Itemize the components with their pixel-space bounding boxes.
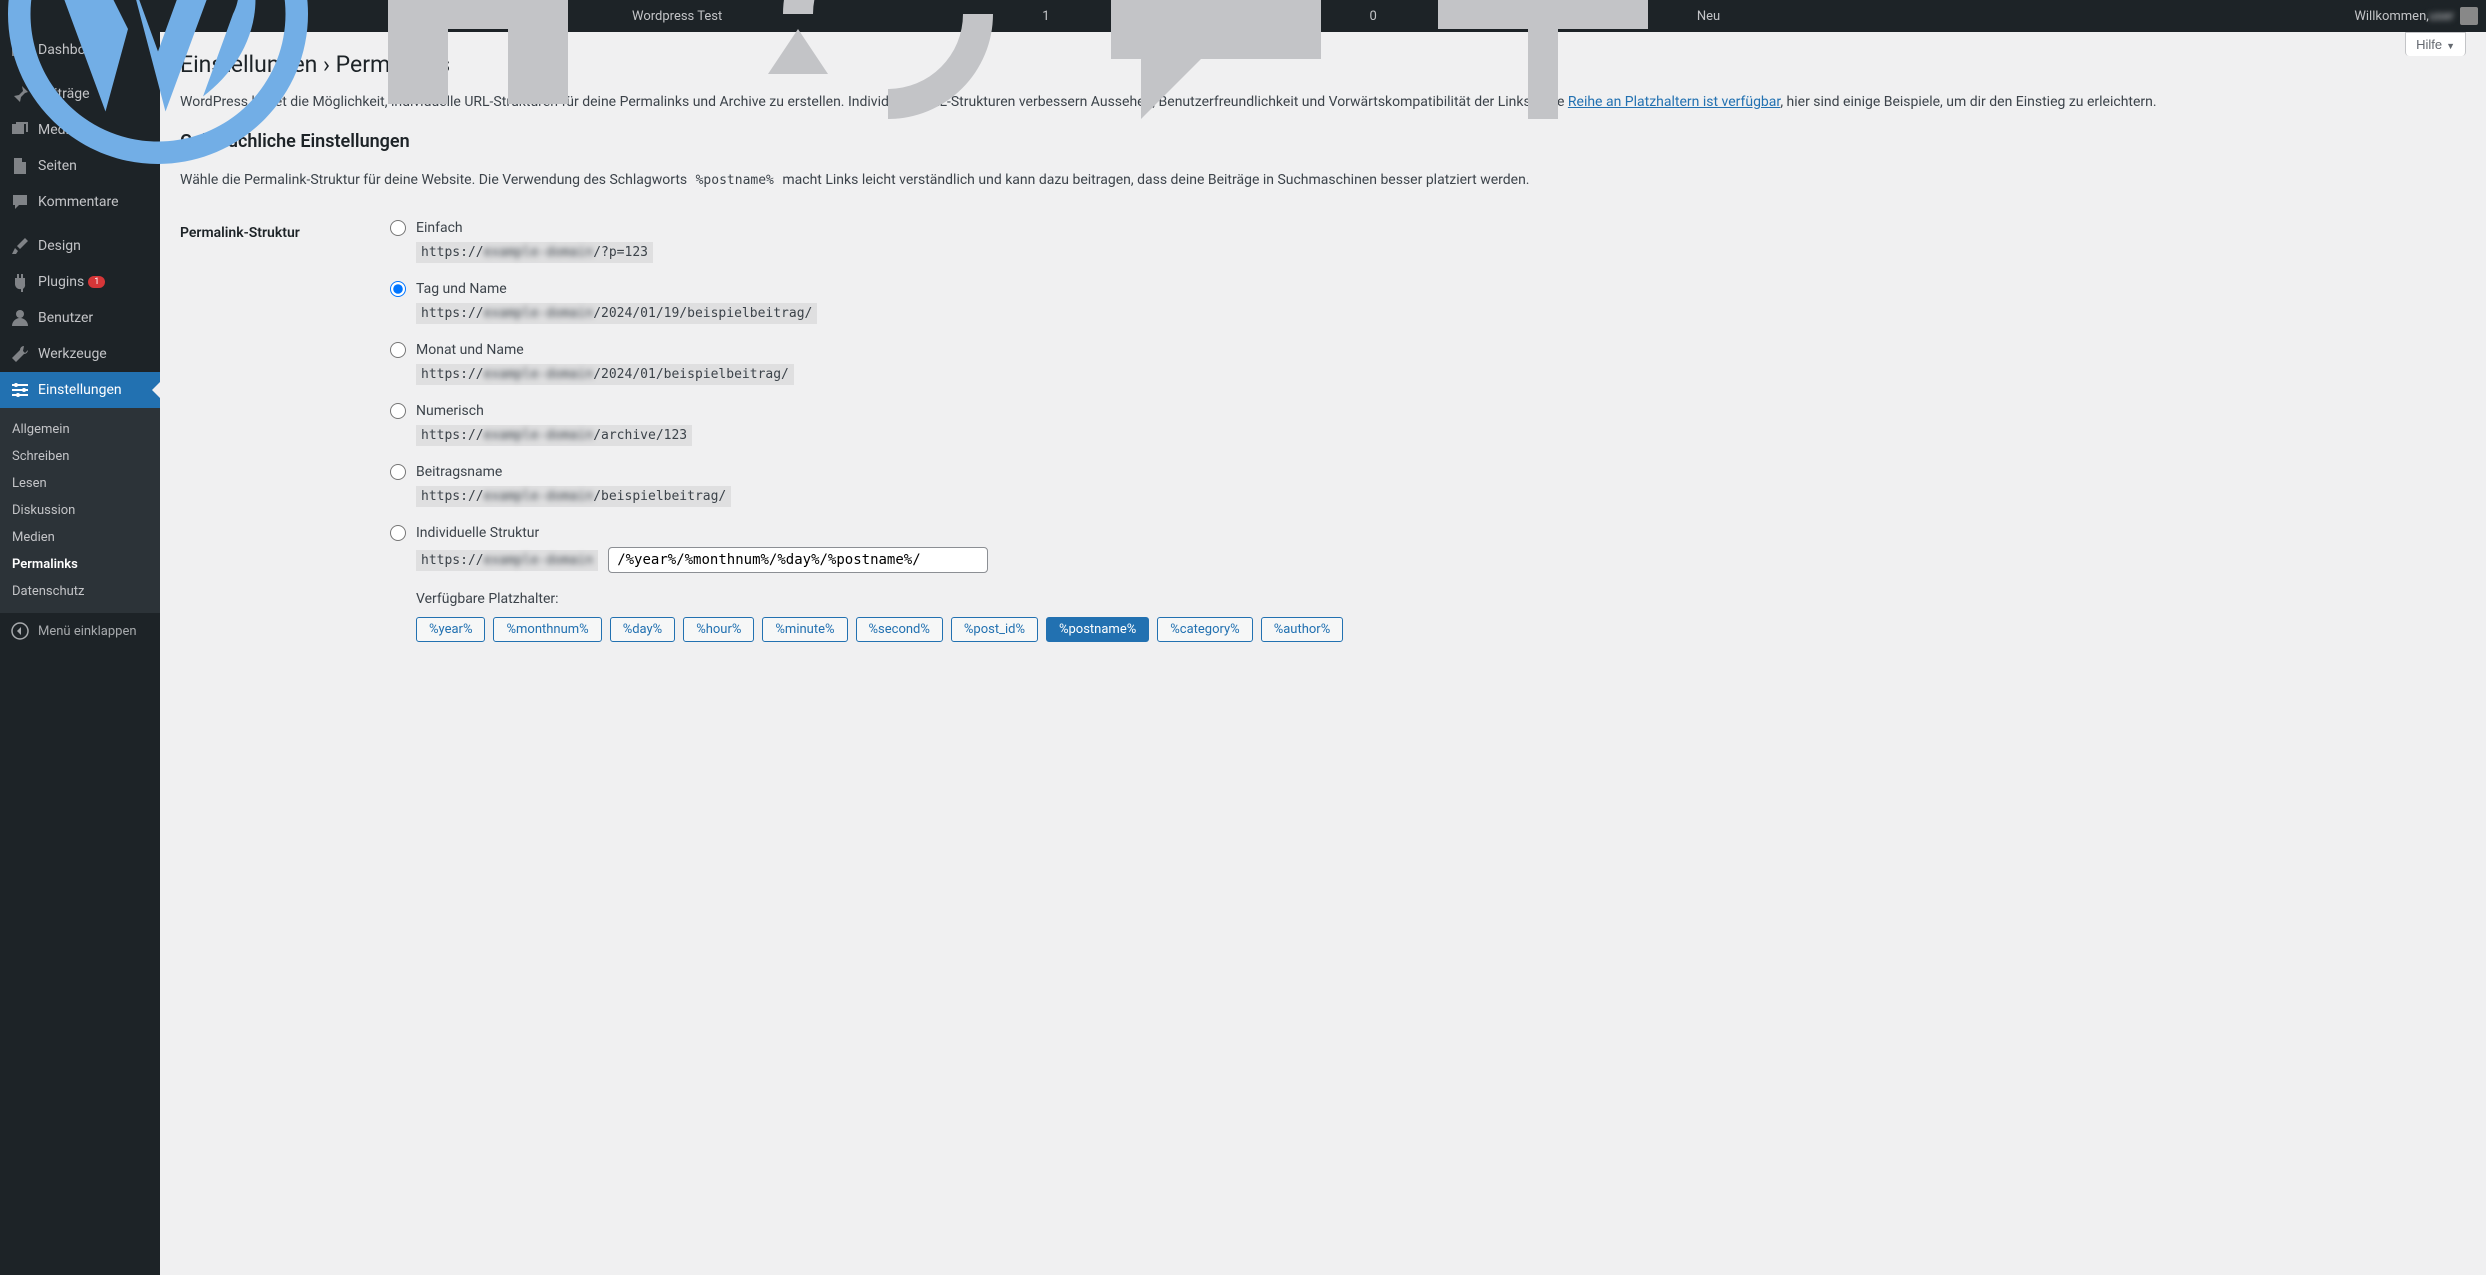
tag-hour[interactable]: %hour% [683,617,754,642]
tag-day[interactable]: %day% [610,617,676,642]
submenu-discussion[interactable]: Diskussion [0,497,160,524]
site-link[interactable]: Wordpress Test [320,0,730,32]
postname-code: %postname% [691,170,779,191]
plugin-icon [10,272,30,292]
submenu-reading[interactable]: Lesen [0,470,160,497]
submenu-permalinks[interactable]: Permalinks [0,551,160,578]
wrench-icon [10,344,30,364]
custom-structure-input[interactable] [608,547,988,573]
tag-postname[interactable]: %postname% [1046,617,1149,642]
radio-postname[interactable] [390,464,406,480]
submenu-writing[interactable]: Schreiben [0,443,160,470]
radio-plain[interactable] [390,220,406,236]
option-plain: Einfach https://example-domain/?p=123 [390,220,2456,263]
example-plain: https://example-domain/?p=123 [416,242,653,263]
comment-icon [1066,0,1366,169]
comments-link[interactable]: 0 [1058,0,1385,32]
home-icon [328,0,628,169]
comment-icon [10,192,30,212]
new-label: Neu [1697,9,1720,24]
example-postname: https://example-domain/beispielbeitrag/ [416,486,731,507]
tag-minute[interactable]: %minute% [762,617,847,642]
menu-arrow-icon [152,382,160,398]
radio-custom[interactable] [390,525,406,541]
menu-appearance[interactable]: Design [0,228,160,264]
tag-buttons: %year% %monthnum% %day% %hour% %minute% … [416,617,2456,642]
new-content-link[interactable]: Neu [1385,0,1728,32]
example-custom-prefix: https://example-domain [416,550,598,571]
option-custom: Individuelle Struktur https://example-do… [390,525,2456,573]
tag-monthnum[interactable]: %monthnum% [493,617,601,642]
radio-numeric[interactable] [390,403,406,419]
tag-author[interactable]: %author% [1261,617,1344,642]
chevron-down-icon: ▼ [2446,41,2455,51]
brush-icon [10,236,30,256]
tags-label: Verfügbare Platzhalter: [416,591,2456,607]
settings-submenu: Allgemein Schreiben Lesen Diskussion Med… [0,408,160,613]
submenu-media[interactable]: Medien [0,524,160,551]
option-dayname: Tag und Name https://example-domain/2024… [390,281,2456,324]
main-content: Hilfe▼ Einstellungen › Permalinks WordPr… [160,32,2486,1275]
updates-link[interactable]: 1 [730,0,1057,32]
example-numeric: https://example-domain/archive/123 [416,425,692,446]
option-numeric: Numerisch https://example-domain/archive… [390,403,2456,446]
common-settings-desc: Wähle die Permalink-Struktur für deine W… [180,170,2466,191]
comments-count: 0 [1370,9,1377,24]
permalink-form-table: Permalink-Struktur Einfach https://examp… [180,205,2466,657]
admin-sidebar: Dashboard Beiträge Medien Seiten Komment… [0,32,160,1275]
collapse-menu[interactable]: Menü einklappen [0,613,160,649]
radio-monthname[interactable] [390,342,406,358]
menu-plugins[interactable]: Plugins1 [0,264,160,300]
account-link[interactable]: Willkommen,user [2346,0,2486,32]
updates-count: 1 [1042,9,1049,24]
avatar [2460,7,2478,25]
wp-logo[interactable] [0,0,320,32]
option-postname: Beitragsname https://example-domain/beis… [390,464,2456,507]
user-icon [10,308,30,328]
username-blurred: user [2429,9,2454,24]
site-name: Wordpress Test [632,9,722,24]
example-dayname: https://example-domain/2024/01/19/beispi… [416,303,817,324]
submenu-privacy[interactable]: Datenschutz [0,578,160,605]
tag-postid[interactable]: %post_id% [951,617,1038,642]
menu-comments[interactable]: Kommentare [0,184,160,220]
menu-settings[interactable]: Einstellungen [0,372,160,408]
wordpress-icon [8,0,308,169]
help-button[interactable]: Hilfe▼ [2405,32,2466,56]
example-monthname: https://example-domain/2024/01/beispielb… [416,364,794,385]
submenu-general[interactable]: Allgemein [0,416,160,443]
tag-second[interactable]: %second% [856,617,943,642]
tag-category[interactable]: %category% [1157,617,1252,642]
structure-label: Permalink-Struktur [180,205,380,657]
update-icon [738,0,1038,169]
collapse-icon [10,621,30,641]
admin-toolbar: Wordpress Test 1 0 Neu Willkommen,user [0,0,2486,32]
plus-icon [1393,0,1693,169]
radio-dayname[interactable] [390,281,406,297]
option-monthname: Monat und Name https://example-domain/20… [390,342,2456,385]
plugin-count-badge: 1 [88,276,105,288]
tag-year[interactable]: %year% [416,617,485,642]
settings-icon [10,380,30,400]
menu-tools[interactable]: Werkzeuge [0,336,160,372]
welcome-text: Willkommen, [2354,9,2428,24]
menu-users[interactable]: Benutzer [0,300,160,336]
